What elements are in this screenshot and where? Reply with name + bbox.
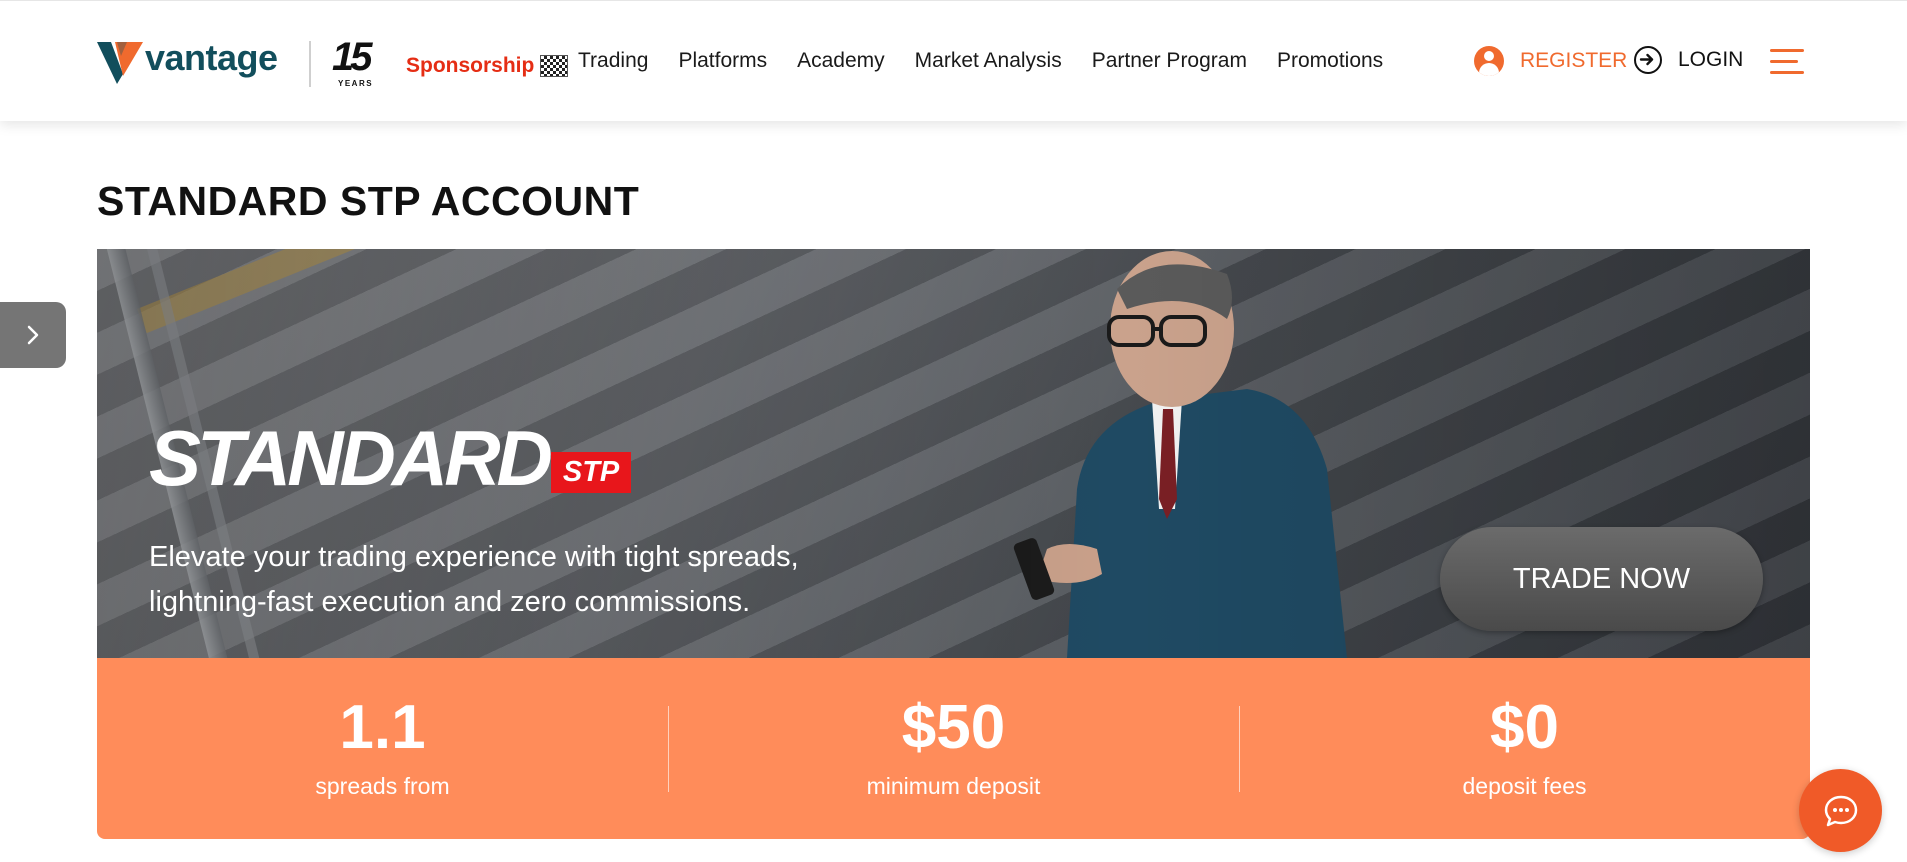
stat-label: deposit fees [1462, 773, 1587, 799]
nav-item-partner-program[interactable]: Partner Program [1092, 49, 1247, 73]
register-button[interactable]: REGISTER [1474, 46, 1627, 76]
site-header: vantage 15 YEARS Sponsorship Trading Pla… [0, 0, 1907, 121]
nav-item-market-analysis[interactable]: Market Analysis [915, 49, 1062, 73]
stat-divider [668, 706, 669, 792]
register-label: REGISTER [1520, 49, 1628, 72]
logo-divider [309, 41, 311, 87]
chevron-right-icon [27, 325, 39, 345]
years-number: 15 [332, 35, 372, 79]
login-button[interactable]: LOGIN [1634, 46, 1743, 74]
stat-deposit-fees: $0 deposit fees [1239, 658, 1810, 839]
stat-minimum-deposit: $50 minimum deposit [668, 658, 1239, 839]
logo-text: vantage [145, 37, 278, 78]
login-label: LOGIN [1678, 48, 1744, 71]
stat-label: spreads from [315, 773, 450, 799]
user-icon [1474, 46, 1504, 76]
stat-label: minimum deposit [866, 773, 1041, 799]
stat-spreads: 1.1 spreads from [97, 658, 668, 839]
trade-now-button[interactable]: TRADE NOW [1440, 527, 1763, 631]
hero-banner: STANDARD STP Elevate your trading experi… [97, 249, 1810, 658]
main-nav: Trading Platforms Academy Market Analysi… [578, 49, 1413, 73]
nav-item-platforms[interactable]: Platforms [678, 49, 767, 73]
brand-word: STANDARD [149, 414, 553, 502]
side-panel-toggle[interactable] [0, 302, 66, 368]
stp-tag: STP [550, 452, 632, 493]
sponsorship-label: Sponsorship [406, 54, 535, 77]
nav-sponsorship[interactable]: Sponsorship [406, 54, 569, 78]
chat-bubble-icon [1824, 795, 1857, 826]
nav-item-trading[interactable]: Trading [578, 49, 648, 73]
page-title: STANDARD STP ACCOUNT [97, 178, 640, 224]
nav-item-academy[interactable]: Academy [797, 49, 885, 73]
standard-stp-logo: STANDARD STP [149, 414, 632, 502]
login-arrow-icon [1634, 46, 1662, 74]
hero-description: Elevate your trading experience with tig… [149, 541, 799, 618]
stat-value: 1.1 [339, 693, 426, 762]
chat-button[interactable] [1799, 769, 1882, 852]
vantage-v-icon [97, 42, 143, 84]
stat-value: $50 [901, 693, 1006, 762]
15-years-badge: 15 YEARS [330, 35, 374, 88]
account-stats: 1.1 spreads from $50 minimum deposit $0 … [97, 658, 1810, 839]
vantage-logo[interactable]: vantage [97, 37, 278, 87]
years-label: YEARS [338, 79, 374, 88]
checkered-flag-icon [540, 55, 569, 77]
stat-divider [1239, 706, 1240, 792]
nav-item-promotions[interactable]: Promotions [1277, 49, 1383, 73]
stat-value: $0 [1490, 693, 1559, 762]
hamburger-menu-icon[interactable] [1770, 49, 1804, 75]
